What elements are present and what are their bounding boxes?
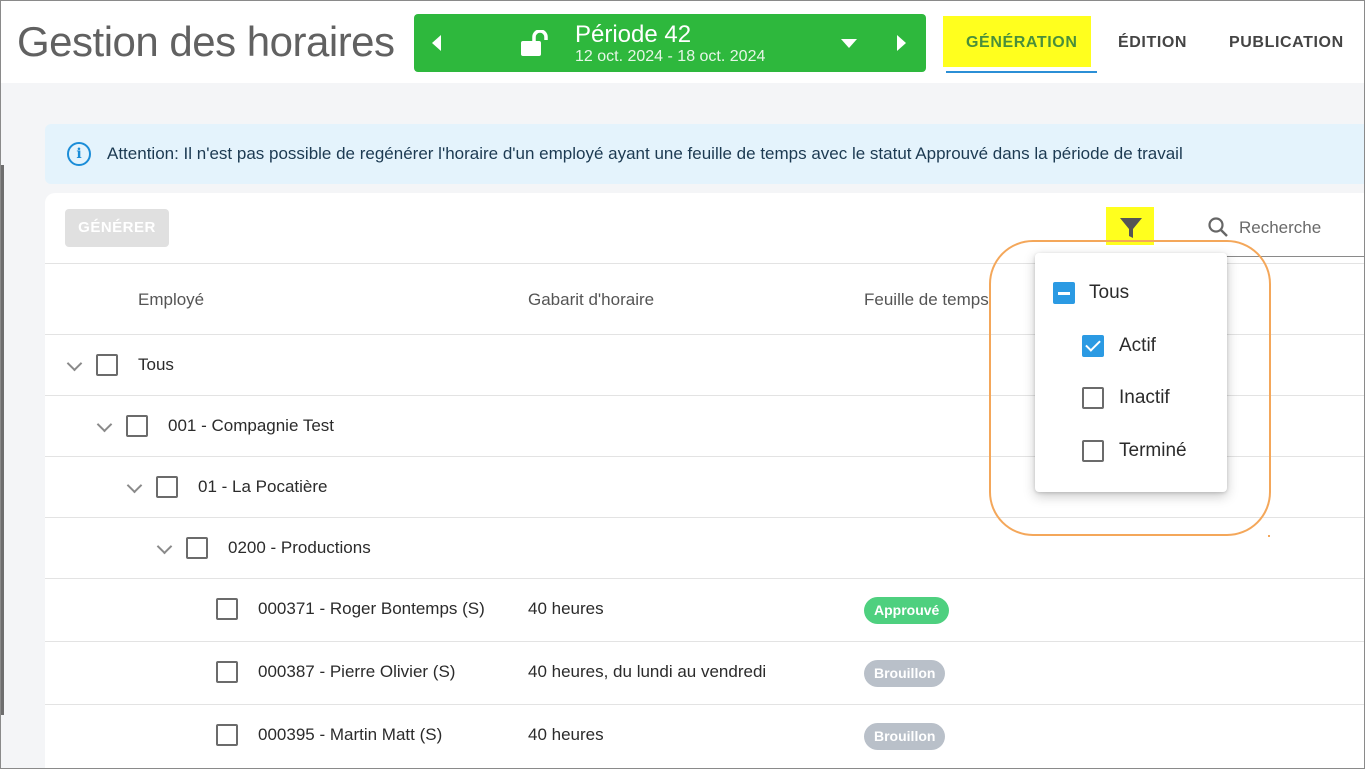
- generate-button[interactable]: GÉNÉRER: [65, 209, 169, 247]
- chevron-down-icon[interactable]: [96, 416, 113, 433]
- filter-checkbox-terminated[interactable]: [1082, 440, 1104, 462]
- column-header-template[interactable]: Gabarit d'horaire: [528, 290, 654, 310]
- row-checkbox[interactable]: [156, 476, 178, 498]
- row-checkbox[interactable]: [216, 661, 238, 683]
- employee-name: 000371 - Roger Bontemps (S): [258, 599, 485, 618]
- tab-publication[interactable]: PUBLICATION: [1229, 34, 1344, 52]
- search-icon: [1208, 217, 1228, 237]
- status-badge: Approuvé: [864, 597, 950, 624]
- tree-row-label: 001 - Compagnie Test: [168, 416, 335, 435]
- info-banner: i Attention: Il n'est pas possible de re…: [45, 124, 1365, 184]
- active-tab-indicator: [946, 71, 1097, 73]
- row-checkbox[interactable]: [216, 598, 238, 620]
- unlock-icon[interactable]: [520, 30, 550, 58]
- table-row[interactable]: 000371 - Roger Bontemps (S) 40 heures Ap…: [45, 579, 1365, 642]
- chevron-down-icon[interactable]: [126, 477, 143, 494]
- filter-checkbox-all[interactable]: [1053, 282, 1075, 304]
- tree-row-label: 0200 - Productions: [228, 538, 371, 557]
- row-checkbox[interactable]: [126, 415, 148, 437]
- row-checkbox[interactable]: [216, 724, 238, 746]
- period-selector[interactable]: Période 42 12 oct. 2024 - 18 oct. 2024: [414, 14, 926, 72]
- row-checkbox[interactable]: [186, 537, 208, 559]
- filter-option-label: Terminé: [1119, 440, 1187, 461]
- status-badge: Brouillon: [864, 723, 946, 750]
- row-checkbox[interactable]: [96, 354, 118, 376]
- search-input[interactable]: [1239, 215, 1365, 241]
- tab-generation[interactable]: GÉNÉRATION: [966, 34, 1077, 52]
- chevron-down-icon[interactable]: [156, 538, 173, 555]
- next-period-icon[interactable]: [897, 35, 906, 51]
- period-title: Période 42: [575, 21, 692, 48]
- employee-name: 000387 - Pierre Olivier (S): [258, 662, 456, 681]
- info-text: Attention: Il n'est pas possible de regé…: [107, 144, 1183, 163]
- period-dates: 12 oct. 2024 - 18 oct. 2024: [575, 48, 766, 65]
- schedule-template: 40 heures: [528, 725, 604, 744]
- column-header-timesheet[interactable]: Feuille de temps: [864, 290, 989, 310]
- filter-checkbox-inactive[interactable]: [1082, 387, 1104, 409]
- schedule-template: 40 heures: [528, 599, 604, 618]
- status-badge: Brouillon: [864, 660, 946, 687]
- info-icon: i: [67, 142, 91, 166]
- tab-edition[interactable]: ÉDITION: [1118, 34, 1187, 52]
- app-title: Gestion des horaires: [17, 18, 395, 65]
- table-row[interactable]: 000387 - Pierre Olivier (S) 40 heures, d…: [45, 642, 1365, 705]
- tree-row-label: Tous: [138, 355, 174, 374]
- column-header-employee[interactable]: Employé: [138, 290, 204, 310]
- tree-row-label: 01 - La Pocatière: [198, 477, 328, 496]
- filter-icon[interactable]: [1118, 215, 1144, 241]
- chevron-down-icon[interactable]: [66, 355, 83, 372]
- schedule-template: 40 heures, du lundi au vendredi: [528, 662, 767, 681]
- annotation-mark: [1268, 535, 1270, 537]
- filter-checkbox-active[interactable]: [1082, 335, 1104, 357]
- filter-option-label: Inactif: [1119, 387, 1170, 408]
- chevron-down-icon[interactable]: [841, 39, 857, 48]
- employee-name: 000395 - Martin Matt (S): [258, 725, 443, 744]
- previous-period-icon[interactable]: [432, 35, 441, 51]
- filter-option-label: Tous: [1089, 282, 1130, 303]
- filter-option-label: Actif: [1119, 335, 1156, 356]
- app-header: Gestion des horaires Période 42 12 oct. …: [0, 0, 1365, 83]
- left-edge-bar: [0, 165, 4, 715]
- status-filter-menu: Tous Actif Inactif Terminé: [1035, 253, 1227, 492]
- table-row[interactable]: 000395 - Martin Matt (S) 40 heures Broui…: [45, 705, 1365, 768]
